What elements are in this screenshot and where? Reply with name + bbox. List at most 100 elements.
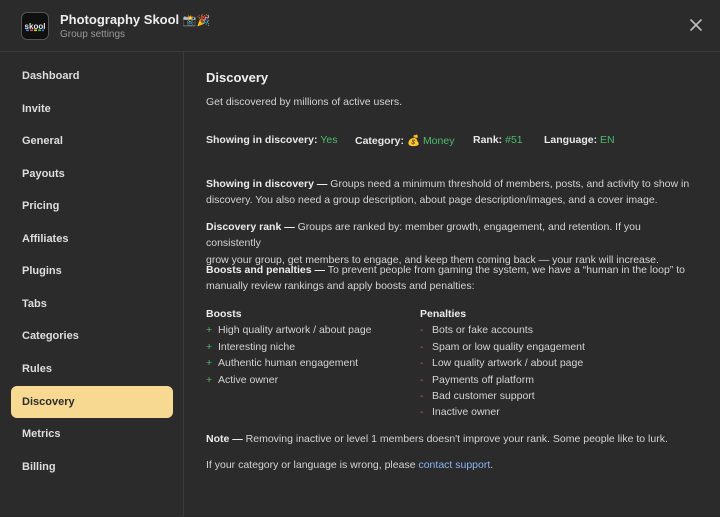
sidebar-item-label: Billing	[22, 461, 56, 473]
category-value: Money	[422, 135, 455, 147]
sidebar-item-label: Affiliates	[22, 233, 69, 245]
skool-logo-icon: skool	[24, 15, 46, 37]
rank-section: Discovery rank — Groups are ranked by: m…	[206, 219, 692, 268]
sidebar-item-label: Payouts	[22, 168, 65, 180]
penalty-text: Bad customer support	[432, 390, 535, 403]
boosts-list: Boosts + High quality artwork / about pag…	[206, 306, 372, 388]
sidebar-item-dashboard[interactable]: Dashboard	[11, 60, 173, 92]
footer-prefix: If your category or language is wrong, p…	[206, 459, 419, 471]
minus-icon: -	[420, 340, 424, 353]
sidebar-item-label: General	[22, 135, 63, 147]
minus-icon: -	[420, 390, 424, 403]
list-item: + Active owner	[206, 372, 372, 388]
language-value: EN	[600, 134, 615, 146]
rank-section-label: Discovery rank —	[206, 221, 295, 233]
sidebar-item-pricing[interactable]: Pricing	[11, 190, 173, 222]
sidebar-item-categories[interactable]: Categories	[11, 320, 173, 352]
plus-icon: +	[206, 340, 213, 353]
settings-sidebar: Dashboard Invite General Payouts Pricing…	[0, 52, 184, 517]
close-icon	[690, 19, 702, 31]
group-title-emojis: 📸🎉	[182, 14, 211, 27]
sidebar-item-label: Plugins	[22, 265, 62, 277]
rank-label: Rank:	[473, 134, 503, 146]
list-item: - Inactive owner	[420, 404, 585, 420]
group-logo: skool	[21, 12, 49, 40]
minus-icon: -	[420, 406, 424, 419]
showing-value: Yes	[320, 134, 338, 146]
contact-support-link[interactable]: contact support	[418, 459, 490, 471]
note: Note — Removing inactive or level 1 memb…	[206, 431, 692, 447]
showing-section: Showing in discovery — Groups need a min…	[206, 176, 692, 209]
sidebar-item-discovery[interactable]: Discovery	[11, 386, 173, 418]
sidebar-item-label: Discovery	[22, 396, 75, 408]
sidebar-item-tabs[interactable]: Tabs	[11, 288, 173, 320]
minus-icon: -	[420, 357, 424, 370]
list-item: - Bots or fake accounts	[420, 322, 585, 338]
penalty-text: Low quality artwork / about page	[432, 357, 584, 370]
plus-icon: +	[206, 324, 213, 337]
footer-period: .	[490, 459, 494, 471]
showing-section-line1: Groups need a minimum threshold of membe…	[327, 178, 690, 190]
language-stat: Language: EN	[544, 134, 615, 146]
rank-stat: Rank: #51	[473, 134, 523, 146]
boosts-section: Boosts and penalties — To prevent people…	[206, 262, 692, 295]
category-stat: Category: 💰 Money	[355, 134, 454, 147]
boost-text: Authentic human engagement	[218, 357, 359, 370]
showing-section-line2: discovery. You also need a group descrip…	[206, 194, 658, 207]
boosts-section-line2: manually review rankings and apply boost…	[206, 280, 475, 293]
sidebar-item-label: Categories	[22, 330, 79, 342]
boost-text: Active owner	[218, 373, 279, 386]
list-item: + Authentic human engagement	[206, 355, 372, 371]
boost-text: High quality artwork / about page	[218, 324, 372, 337]
penalties-heading: Penalties	[420, 308, 467, 320]
sidebar-item-label: Pricing	[22, 200, 60, 212]
language-label: Language:	[544, 134, 598, 146]
penalties-list: Penalties - Bots or fake accounts - Spam o…	[420, 306, 585, 421]
sidebar-item-invite[interactable]: Invite	[11, 93, 173, 125]
showing-section-label: Showing in discovery —	[206, 178, 328, 190]
list-item: - Low quality artwork / about page	[420, 355, 585, 371]
group-title: Photography Skool 📸🎉	[60, 12, 210, 27]
page-subtitle: Get discovered by millions of active use…	[206, 96, 403, 108]
boosts-section-label: Boosts and penalties —	[206, 264, 326, 276]
penalty-text: Spam or low quality engagement	[432, 340, 585, 353]
penalty-text: Payments off platform	[432, 373, 534, 386]
plus-icon: +	[206, 357, 213, 370]
list-item: + Interesting niche	[206, 339, 372, 355]
sidebar-item-general[interactable]: General	[11, 125, 173, 157]
sidebar-item-label: Metrics	[22, 428, 61, 440]
boosts-heading: Boosts	[206, 308, 242, 320]
boosts-section-line1: To prevent people from gaming the system…	[325, 264, 685, 276]
minus-icon: -	[420, 324, 424, 337]
sidebar-item-billing[interactable]: Billing	[11, 451, 173, 483]
sidebar-item-label: Tabs	[22, 298, 47, 310]
money-bag-icon: 💰	[406, 135, 421, 147]
header: skool Photography Skool 📸🎉 Group setting…	[0, 0, 720, 52]
list-item: - Spam or low quality engagement	[420, 339, 585, 355]
sidebar-item-label: Dashboard	[22, 70, 80, 82]
footer-text: If your category or language is wrong, p…	[206, 457, 692, 473]
sidebar-item-label: Rules	[22, 363, 52, 375]
showing-stat: Showing in discovery: Yes	[206, 134, 338, 146]
list-item: + High quality artwork / about page	[206, 322, 372, 338]
sidebar-item-metrics[interactable]: Metrics	[11, 418, 173, 450]
rank-value: #51	[505, 134, 523, 146]
group-name: Photography Skool	[60, 12, 180, 27]
list-item: - Payments off platform	[420, 372, 585, 388]
category-label: Category:	[355, 135, 405, 147]
minus-icon: -	[420, 373, 424, 386]
group-settings-subtitle: Group settings	[60, 29, 126, 40]
note-label: Note —	[206, 433, 243, 445]
sidebar-item-payouts[interactable]: Payouts	[11, 158, 173, 190]
sidebar-item-rules[interactable]: Rules	[11, 353, 173, 385]
sidebar-item-plugins[interactable]: Plugins	[11, 255, 173, 287]
close-button[interactable]	[689, 18, 703, 32]
list-item: - Bad customer support	[420, 388, 585, 404]
sidebar-item-label: Invite	[22, 103, 51, 115]
boost-text: Interesting niche	[218, 340, 296, 353]
plus-icon: +	[206, 373, 213, 386]
page-title: Discovery	[206, 70, 269, 85]
note-text: Removing inactive or level 1 members doe…	[242, 433, 668, 445]
sidebar-item-affiliates[interactable]: Affiliates	[11, 223, 173, 255]
showing-label: Showing in discovery:	[206, 134, 318, 146]
